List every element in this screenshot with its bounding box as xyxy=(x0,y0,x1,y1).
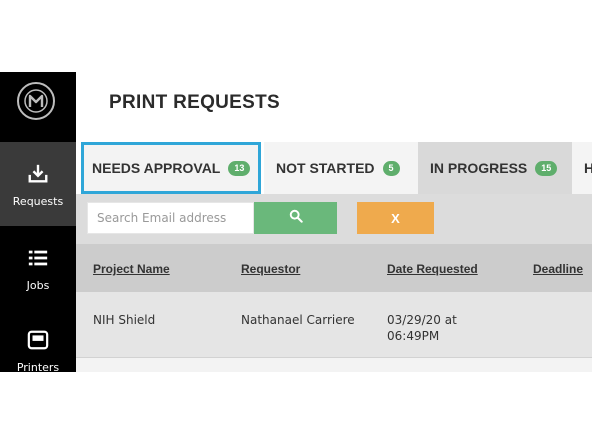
sidebar-item-label: Requests xyxy=(12,195,64,208)
status-tabs: NEEDS APPROVAL 13 NOT STARTED 5 IN PROGR… xyxy=(76,142,592,194)
tab-history[interactable]: H xyxy=(572,142,592,194)
title-bar: PRINT REQUESTS xyxy=(76,72,592,142)
column-header-project-name[interactable]: Project Name xyxy=(93,262,170,276)
download-tray-icon xyxy=(26,162,50,186)
sidebar: Requests Jobs Printers xyxy=(0,72,76,372)
tab-needs-approval[interactable]: NEEDS APPROVAL 13 xyxy=(81,142,261,194)
search-icon xyxy=(289,209,303,228)
app-window: Requests Jobs Printers PRINT REQUESTS NE… xyxy=(0,72,592,372)
sidebar-item-printers[interactable]: Printers xyxy=(0,308,76,372)
column-header-requestor[interactable]: Requestor xyxy=(241,262,300,276)
main-content: PRINT REQUESTS NEEDS APPROVAL 13 NOT STA… xyxy=(76,72,592,372)
cell-project-name: NIH Shield xyxy=(93,313,156,327)
tab-not-started[interactable]: NOT STARTED 5 xyxy=(264,142,418,194)
sidebar-item-label: Jobs xyxy=(26,279,50,292)
count-badge: 13 xyxy=(228,160,251,176)
count-badge: 15 xyxy=(535,160,558,176)
list-icon xyxy=(26,246,50,270)
column-header-deadline[interactable]: Deadline xyxy=(533,262,583,276)
page-title: PRINT REQUESTS xyxy=(109,92,280,113)
filter-bar: X xyxy=(76,194,592,244)
tab-label: H xyxy=(584,160,592,176)
tab-label: IN PROGRESS xyxy=(430,160,528,176)
sidebar-item-jobs[interactable]: Jobs xyxy=(0,226,76,310)
cell-requestor: Nathanael Carriere xyxy=(241,313,355,327)
cell-date-requested: 03/29/20 at 06:49PM xyxy=(387,313,457,343)
search-input[interactable] xyxy=(87,202,254,234)
printer-icon xyxy=(26,328,50,352)
count-badge: 5 xyxy=(382,160,400,176)
table-row[interactable]: NIH Shield Nathanael Carriere 03/29/20 a… xyxy=(76,292,592,358)
tab-in-progress[interactable]: IN PROGRESS 15 xyxy=(418,142,572,194)
clear-search-button[interactable]: X xyxy=(357,202,434,234)
table-header: Project Name Requestor Date Requested De… xyxy=(76,244,592,292)
search-button[interactable] xyxy=(254,202,337,234)
sidebar-item-requests[interactable]: Requests xyxy=(0,142,76,226)
tab-label: NOT STARTED xyxy=(276,160,375,176)
sidebar-item-label: Printers xyxy=(16,361,60,372)
column-header-date-requested[interactable]: Date Requested xyxy=(387,262,478,276)
makerbot-logo-icon[interactable] xyxy=(17,82,55,120)
tab-label: NEEDS APPROVAL xyxy=(92,160,221,176)
